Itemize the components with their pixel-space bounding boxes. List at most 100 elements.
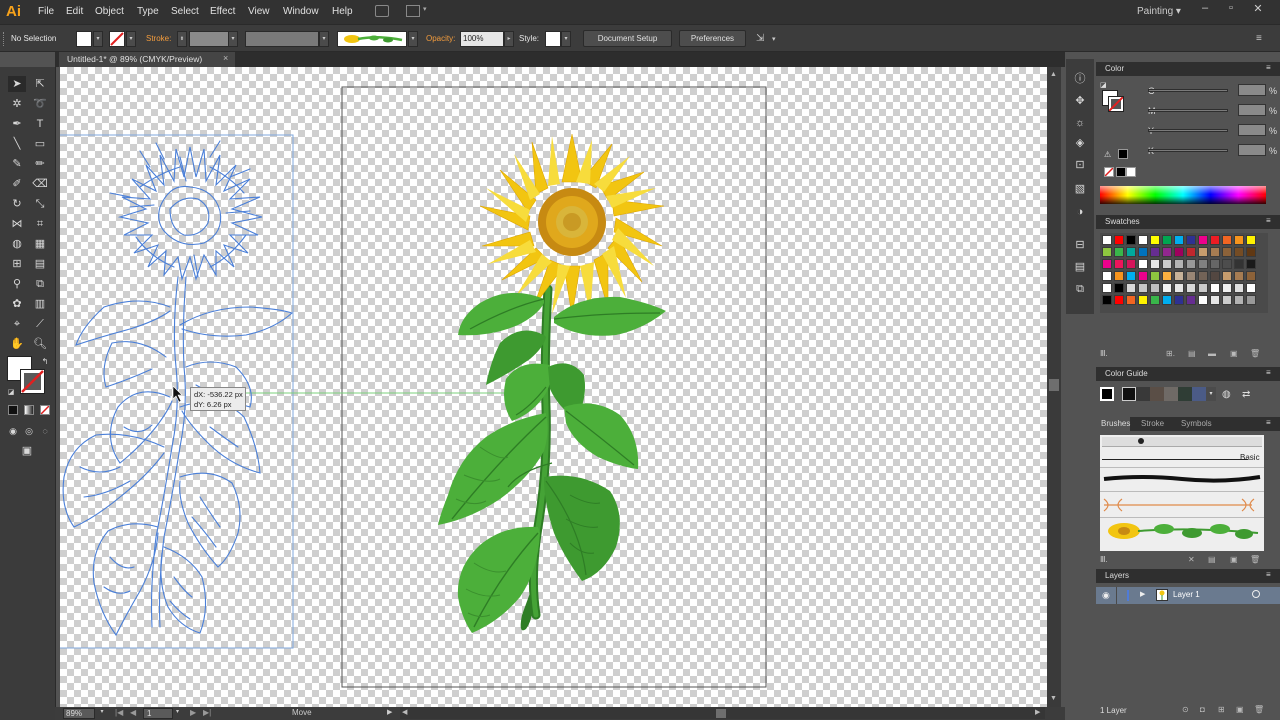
tab-stroke[interactable]: Stroke [1141, 419, 1164, 428]
swatch-options-icon[interactable]: ▤ [1188, 349, 1196, 358]
swatch[interactable] [1102, 247, 1112, 257]
cyan-value[interactable] [1238, 84, 1266, 96]
delete-brush-icon[interactable]: 🗑︎ [1250, 555, 1260, 564]
selection-tool-icon[interactable]: ➤ [8, 76, 26, 92]
swatch[interactable] [1150, 283, 1160, 293]
swatch[interactable] [1186, 295, 1196, 305]
info-icon[interactable]: ⓘ [1071, 71, 1089, 87]
zoom-level-field[interactable]: 89% [63, 708, 95, 719]
swatch[interactable] [1102, 259, 1112, 269]
align-icon[interactable]: ⊟ [1071, 237, 1089, 253]
color-guide-menu-icon[interactable]: ≡ [1266, 368, 1271, 377]
harmony-swatch-6[interactable] [1192, 387, 1206, 401]
harmony-swatch-1[interactable] [1122, 387, 1136, 401]
bridge-icon[interactable] [375, 5, 389, 17]
delete-swatch-icon[interactable]: 🗑︎ [1250, 349, 1260, 358]
perspective-grid-tool-icon[interactable]: ▦ [31, 236, 49, 252]
swatch[interactable] [1102, 235, 1112, 245]
harmony-swatch-4[interactable] [1164, 387, 1178, 401]
swatch[interactable] [1126, 247, 1136, 257]
blend-tool-icon[interactable]: ⧉ [31, 276, 49, 292]
swatch[interactable] [1162, 259, 1172, 269]
opacity-field[interactable]: 100% [460, 31, 504, 47]
swatch[interactable] [1222, 295, 1232, 305]
none-quick-swatch[interactable] [1104, 167, 1114, 177]
swatch[interactable] [1162, 295, 1172, 305]
black-value[interactable] [1238, 144, 1266, 156]
stroke-swatch[interactable] [109, 31, 125, 47]
swatch[interactable] [1150, 259, 1160, 269]
harmony-rules-dropdown-icon[interactable]: ▾ [1206, 387, 1216, 401]
fill-dropdown-icon[interactable]: ▾ [93, 31, 103, 47]
swatch[interactable] [1246, 259, 1256, 269]
yellow-slider[interactable] [1148, 129, 1228, 132]
rectangle-tool-icon[interactable]: ▭ [31, 136, 49, 152]
color-panel-header[interactable]: Color ≡ [1096, 62, 1280, 76]
navigator-icon[interactable]: ✥ [1071, 93, 1089, 109]
stroke-color-box[interactable] [20, 369, 45, 394]
style-dropdown-icon[interactable]: ▾ [561, 31, 571, 47]
stroke-label[interactable]: Stroke: [146, 34, 171, 43]
gradient-tool-icon[interactable]: ▤ [31, 256, 49, 272]
basic-brush-stroke[interactable] [1102, 459, 1248, 460]
scroll-right-icon[interactable]: ▶ [1035, 708, 1040, 716]
black-slider[interactable] [1148, 149, 1228, 152]
cyan-slider[interactable] [1148, 89, 1228, 92]
eyedropper-tool-icon[interactable]: ⚲ [8, 276, 26, 292]
magic-wand-tool-icon[interactable]: ✲ [8, 96, 26, 112]
horizontal-scroll-thumb[interactable] [716, 709, 726, 718]
black-swatch-small[interactable] [1116, 167, 1126, 177]
artboard-number-field[interactable]: 1 [143, 708, 173, 719]
swatch[interactable] [1210, 247, 1220, 257]
color-panel-stroke[interactable] [1108, 96, 1124, 112]
visibility-eye-icon[interactable]: ◉ [1102, 590, 1110, 601]
swatch[interactable] [1246, 295, 1256, 305]
swatch[interactable] [1234, 235, 1244, 245]
swatch[interactable] [1102, 283, 1112, 293]
close-tab-icon[interactable]: × [223, 53, 228, 63]
arrange-documents-icon[interactable] [406, 5, 420, 17]
harmony-swatch-2[interactable] [1136, 387, 1150, 401]
zoom-tool-icon[interactable]: 🔍︎ [31, 336, 49, 352]
swatch[interactable] [1114, 283, 1124, 293]
free-transform-tool-icon[interactable]: ⌗ [31, 216, 49, 232]
maximize-icon[interactable]: ▫ [1222, 2, 1240, 18]
swatch[interactable] [1174, 235, 1184, 245]
menu-help[interactable]: Help [332, 6, 353, 17]
swatch[interactable] [1102, 271, 1112, 281]
color-guide-panel-header[interactable]: Color Guide ≡ [1096, 367, 1280, 381]
layer-row[interactable]: ◉ ▶ Layer 1 [1096, 587, 1280, 604]
yellow-value[interactable] [1238, 124, 1266, 136]
eraser-tool-icon[interactable]: ⌫ [31, 176, 49, 192]
swatch[interactable] [1150, 247, 1160, 257]
swatch[interactable] [1138, 247, 1148, 257]
menu-object[interactable]: Object [95, 6, 124, 17]
swatch[interactable] [1246, 283, 1256, 293]
brushes-panel-menu-icon[interactable]: ≡ [1266, 418, 1271, 427]
color-panel-swap-icon[interactable]: ◪ [1100, 81, 1107, 89]
direct-selection-tool-icon[interactable]: ⇱ [31, 76, 49, 92]
swatch[interactable] [1114, 295, 1124, 305]
pathfinder-icon[interactable]: ▤ [1071, 259, 1089, 275]
color-spectrum-bar[interactable] [1100, 186, 1266, 204]
charcoal-brush-stroke[interactable] [1102, 471, 1262, 485]
profile-dropdown-icon[interactable]: ▾ [319, 31, 329, 47]
show-swatch-kinds-icon[interactable]: ⊞. [1166, 349, 1175, 358]
rotate-tool-icon[interactable]: ↻ [8, 196, 26, 212]
document-setup-button[interactable]: Document Setup [583, 30, 672, 47]
opacity-dropdown-icon[interactable]: ▸ [504, 31, 514, 47]
brushes-list[interactable]: Basic [1100, 435, 1264, 551]
brush-definition-preview[interactable] [337, 31, 407, 47]
swatch[interactable] [1222, 259, 1232, 269]
menu-window[interactable]: Window [283, 6, 319, 17]
swatch[interactable] [1222, 283, 1232, 293]
minimize-icon[interactable]: – [1196, 2, 1214, 18]
magenta-value[interactable] [1238, 104, 1266, 116]
swatch[interactable] [1138, 295, 1148, 305]
variable-width-profile[interactable] [245, 31, 319, 47]
swatch[interactable] [1126, 283, 1136, 293]
layer-target-icon[interactable] [1252, 590, 1260, 598]
swatch[interactable] [1222, 235, 1232, 245]
swatch[interactable] [1246, 235, 1256, 245]
opacity-label[interactable]: Opacity: [426, 34, 455, 43]
